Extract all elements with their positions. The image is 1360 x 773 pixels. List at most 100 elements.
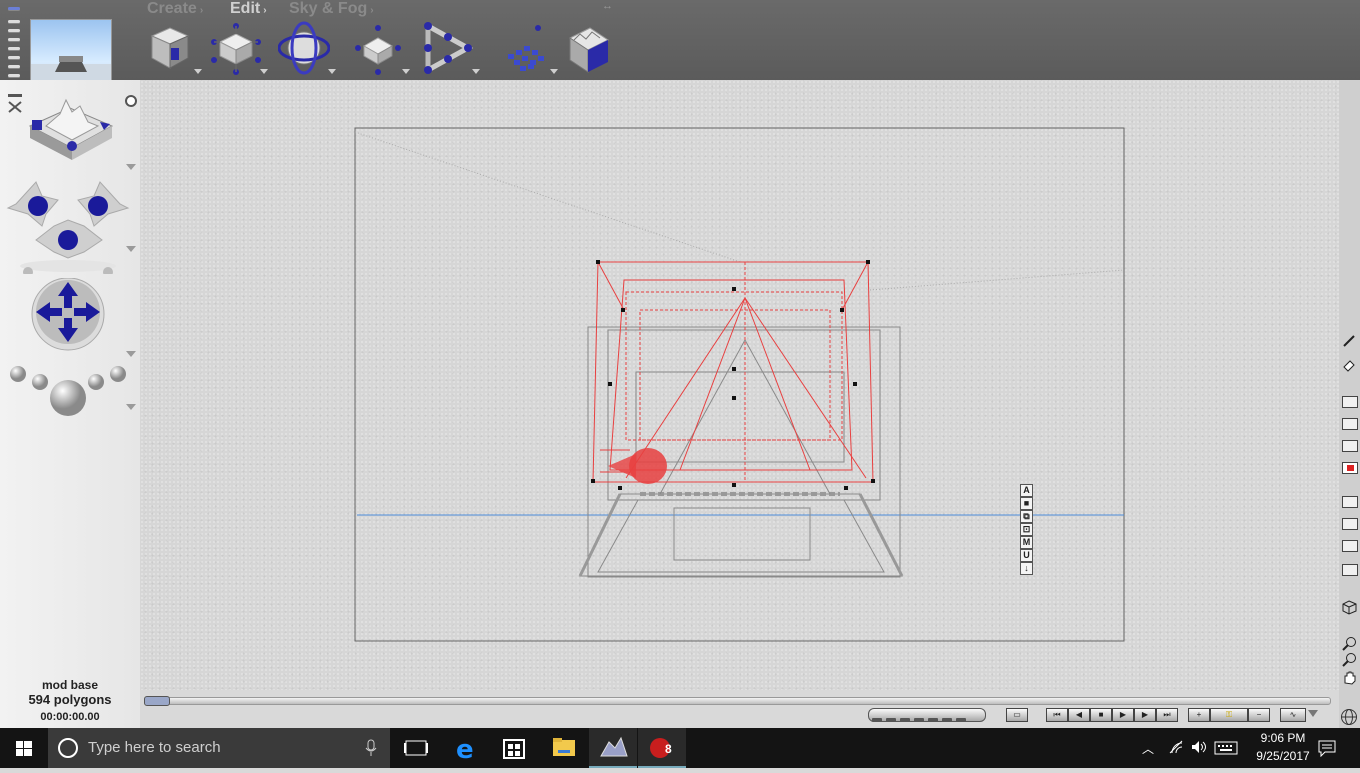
panel-handle[interactable] — [0, 0, 24, 80]
eraser-icon[interactable] — [1342, 358, 1356, 372]
chevron-down-icon[interactable] — [260, 69, 268, 74]
folder-icon — [553, 738, 575, 756]
playback-path-tool[interactable] — [422, 20, 480, 76]
director-chair-icon[interactable] — [6, 92, 24, 114]
cube-tool-icon — [150, 27, 190, 69]
paint-shop-pro-app[interactable]: 8 — [638, 728, 686, 768]
bryce-terrain-icon — [600, 736, 628, 757]
search-box[interactable]: Type here to search — [48, 728, 390, 768]
viewport-btn-square[interactable]: ■ — [1020, 497, 1033, 510]
edge-icon: e — [456, 735, 474, 765]
material-icon[interactable] — [1342, 418, 1358, 430]
rotate-arrows-icon — [6, 181, 130, 277]
search-placeholder: Type here to search — [88, 739, 221, 756]
globe-icon[interactable] — [1340, 708, 1358, 726]
viewport-btn-center[interactable]: ⊡ — [1020, 523, 1033, 536]
edge-browser[interactable]: e — [442, 728, 490, 768]
chevron-down-icon[interactable] — [328, 69, 336, 74]
step-forward-button[interactable]: ▶ — [1134, 708, 1156, 722]
clock-date[interactable]: 9/25/2017 — [1244, 749, 1322, 763]
chart-icon[interactable] — [1342, 518, 1358, 530]
go-end-button[interactable]: ⏭ — [1156, 708, 1178, 722]
scale-tool[interactable] — [8, 360, 128, 426]
volume-icon[interactable] — [1190, 739, 1208, 760]
chevron-down-icon[interactable] — [472, 69, 480, 74]
clock-time[interactable]: 9:06 PM — [1253, 731, 1313, 745]
download-icon[interactable] — [1342, 564, 1358, 576]
chevron-down-icon[interactable] — [126, 246, 136, 252]
stop-button[interactable]: ■ — [1090, 708, 1112, 722]
cube-tool[interactable] — [144, 20, 202, 76]
move-sphere-icon — [31, 277, 105, 351]
chevron-down-icon[interactable] — [194, 69, 202, 74]
minimize-line — [8, 7, 20, 10]
store-app[interactable] — [490, 728, 538, 768]
chevron-down-icon[interactable] — [1308, 710, 1318, 717]
viewport-btn-a[interactable]: A — [1020, 484, 1033, 497]
grip-line — [8, 29, 20, 32]
curve-button[interactable]: ∿ — [1280, 708, 1306, 722]
file-explorer[interactable] — [540, 728, 588, 768]
step-back-button[interactable]: ◀ — [1068, 708, 1090, 722]
cube-view-icon[interactable] — [1342, 600, 1357, 615]
resize-arrows-icon[interactable]: ↔ — [602, 0, 613, 12]
rotate-tool[interactable] — [6, 174, 130, 277]
menu-sky-fog[interactable]: Sky & Fog › — [289, 0, 374, 18]
sphere-orbit-tool[interactable] — [277, 20, 336, 76]
hand-pan-icon[interactable] — [1342, 670, 1357, 685]
network-icon[interactable] — [1168, 739, 1184, 760]
time-readout: 00:00:00.00 — [40, 711, 100, 723]
viewport-btn-m[interactable]: M — [1020, 536, 1033, 549]
terrain-tool[interactable] — [26, 94, 116, 172]
zoom-in-icon[interactable] — [1342, 636, 1357, 651]
record-icon[interactable] — [1342, 462, 1358, 474]
play-button[interactable]: ▶ — [1112, 708, 1134, 722]
start-button[interactable] — [0, 728, 48, 768]
bryce-app[interactable] — [589, 728, 637, 768]
frame-view-button[interactable]: ▭ — [1006, 708, 1028, 722]
3d-viewport[interactable]: A ■ ⧉ ⊡ M U ↓ — [140, 80, 1339, 690]
chevron-down-icon[interactable] — [126, 404, 136, 410]
lattice-tool[interactable] — [210, 20, 268, 76]
chevron-up-icon[interactable]: ︿ — [1142, 740, 1154, 757]
transform-node-icon — [355, 25, 401, 75]
list-icon[interactable] — [1342, 496, 1358, 508]
terrain-block-tool[interactable] — [560, 20, 612, 76]
transform-node-tool[interactable] — [352, 20, 410, 76]
viewport-btn-drop[interactable]: ↓ — [1020, 562, 1033, 575]
chevron-down-icon[interactable] — [402, 69, 410, 74]
keyframe-options[interactable] — [868, 708, 986, 722]
particle-grid-tool[interactable] — [500, 20, 558, 76]
add-key-button[interactable]: + — [1188, 708, 1210, 722]
task-view-button[interactable] — [392, 728, 440, 768]
scene-wireframe — [354, 127, 1125, 642]
timeline-track[interactable] — [144, 697, 1331, 705]
light-cone — [608, 454, 636, 478]
chevron-down-icon[interactable] — [126, 351, 136, 357]
pencil-icon[interactable] — [1342, 334, 1356, 348]
segment — [942, 718, 952, 722]
scene-preview-thumbnail[interactable] — [30, 19, 112, 86]
menu-edit[interactable]: Edit › — [230, 0, 267, 18]
key-icon[interactable]: ⚿ — [1210, 708, 1248, 722]
render-icon[interactable] — [1342, 396, 1358, 408]
chevron-down-icon[interactable] — [126, 164, 136, 170]
viewport-btn-u[interactable]: U — [1020, 549, 1033, 562]
layer-icon[interactable] — [1342, 440, 1358, 452]
keyboard-icon[interactable] — [1214, 741, 1238, 760]
radio-toggle[interactable] — [125, 95, 137, 107]
viewport-btn-copy[interactable]: ⧉ — [1020, 510, 1033, 523]
chevron-down-icon[interactable] — [550, 69, 558, 74]
zoom-out-icon[interactable] — [1342, 652, 1357, 667]
timeline-scrubber[interactable] — [144, 696, 170, 706]
action-center-icon[interactable] — [1318, 739, 1336, 762]
segment — [956, 718, 966, 722]
move-tool[interactable] — [28, 277, 108, 356]
microphone-icon[interactable] — [364, 739, 378, 757]
remove-key-button[interactable]: − — [1248, 708, 1270, 722]
grip-line — [8, 38, 20, 41]
panel-icon[interactable] — [1342, 540, 1358, 552]
menu-create[interactable]: Create › — [147, 0, 203, 18]
go-start-button[interactable]: ⏮ — [1046, 708, 1068, 722]
segment — [928, 718, 938, 722]
